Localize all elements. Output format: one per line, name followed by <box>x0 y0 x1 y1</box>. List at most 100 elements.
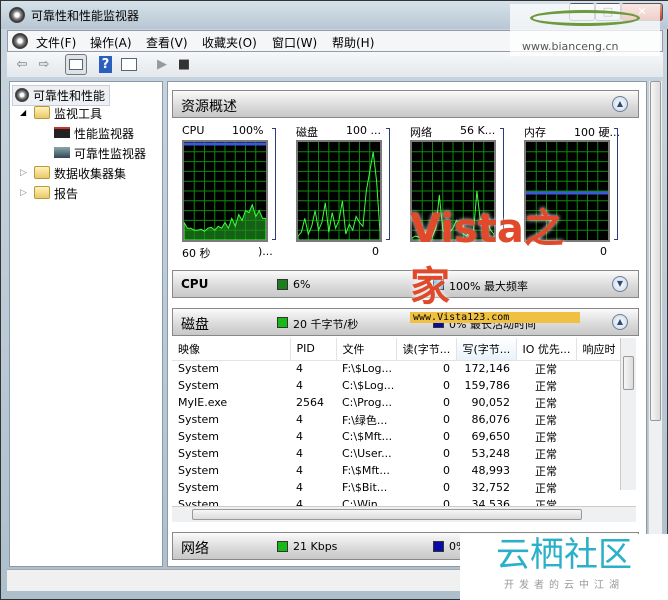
graph-title: 内存 <box>524 126 546 139</box>
table-cell: 0 <box>443 413 450 426</box>
table-cell: 4 <box>296 447 303 460</box>
table-horizontal-scrollbar[interactable] <box>172 506 636 522</box>
show-action-pane-icon[interactable] <box>121 58 137 71</box>
column-header[interactable]: 文件 <box>336 338 397 361</box>
table-cell: 32,752 <box>471 481 511 494</box>
table-cell: 正常 <box>535 464 557 478</box>
menu-favorites[interactable]: 收藏夹(O) <box>202 34 257 51</box>
menu-window[interactable]: 窗口(W) <box>272 34 317 51</box>
table-row[interactable]: System 4 C:\User... 0 53,248 正常 <box>172 445 622 462</box>
collapse-chevron-icon[interactable]: ▲ <box>612 314 628 330</box>
column-header[interactable]: PID <box>290 338 337 361</box>
tree-item-data-collector-sets[interactable]: 数据收集器集 <box>54 165 126 182</box>
watermark-text: www.bianceng.cn <box>522 40 619 53</box>
watermark-logo: 云栖社区 <box>496 535 632 575</box>
menu-file[interactable]: 文件(F) <box>36 34 76 51</box>
table-cell: 172,146 <box>464 362 511 376</box>
tree-item-root[interactable]: 可靠性和性能 <box>12 85 111 106</box>
menu-action[interactable]: 操作(A) <box>90 34 132 51</box>
table-cell: 4 <box>296 430 303 443</box>
graph-scale-bracket <box>386 128 390 240</box>
tree-item-monitor-tools[interactable]: 监视工具 <box>54 105 102 122</box>
column-header[interactable]: IO 优先... <box>516 338 577 361</box>
resource-overview-pane: 资源概述 ▲ CPU 100% 60 秒)... 磁盘 100 ... 0 网络 56 K..… <box>167 81 647 567</box>
table-row[interactable]: System 4 F:\绿色... 0 86,076 正常 <box>172 411 622 428</box>
table-cell: System <box>178 413 220 426</box>
gauge-icon <box>15 88 29 102</box>
tree-item-performance-monitor[interactable]: 性能监视器 <box>74 125 134 142</box>
table-row[interactable]: System 4 F:\$Mft... 0 48,993 正常 <box>172 462 622 479</box>
cpu-title: CPU <box>181 277 209 291</box>
table-cell: 正常 <box>535 413 557 427</box>
table-row[interactable]: System 4 F:\$Bit... 0 32,752 正常 <box>172 479 622 496</box>
table-cell: 53,248 <box>471 447 511 460</box>
data-collector-folder-icon <box>34 166 50 179</box>
column-header[interactable]: 响应时 <box>576 338 622 361</box>
column-header[interactable]: 读(字节... <box>396 338 457 361</box>
graph-1 <box>296 140 382 242</box>
graph-title: 网络 <box>410 126 432 139</box>
graph-0 <box>182 140 268 242</box>
table-cell: 4 <box>296 464 303 477</box>
column-header[interactable]: 映像 <box>172 338 291 361</box>
back-icon[interactable]: ⇦ <box>13 56 31 73</box>
watermark-url: www.Vista123.com <box>410 312 580 323</box>
graph-max-label: 56 K... <box>460 124 496 137</box>
table-cell: 正常 <box>535 379 557 393</box>
menu-view[interactable]: 查看(V) <box>146 34 188 51</box>
network-title: 网络 <box>181 541 209 557</box>
app-icon <box>9 7 25 23</box>
graph-title: 磁盘 <box>296 126 318 139</box>
expand-chevron-icon[interactable]: ▼ <box>612 276 628 292</box>
table-cell: 4 <box>296 379 303 392</box>
table-cell: F:\$Mft... <box>342 464 390 477</box>
play-icon[interactable]: ▶ <box>153 56 171 73</box>
table-row[interactable]: System 4 F:\$Log... 0 172,146 正常 <box>172 360 622 377</box>
stop-icon[interactable]: ■ <box>175 56 193 73</box>
graph-min-label: 0 <box>372 245 379 258</box>
collapse-arrow-icon[interactable]: ▷ <box>20 168 27 178</box>
table-cell: 159,786 <box>464 379 511 392</box>
pane-vertical-scrollbar[interactable] <box>648 81 662 567</box>
table-cell: F:\$Log... <box>342 362 393 376</box>
table-cell: 4 <box>296 362 303 376</box>
column-header[interactable]: 写(字节... <box>456 338 517 361</box>
performance-monitor-icon <box>54 127 70 138</box>
watermark-yunqi: 云栖社区 开发者的云中江湖 <box>460 534 668 600</box>
network-rate: 21 Kbps <box>293 540 338 553</box>
tree-item-reliability-monitor[interactable]: 可靠性监视器 <box>74 145 146 162</box>
cpu-usage-swatch <box>277 279 288 290</box>
forward-icon[interactable]: ⇨ <box>35 56 53 73</box>
menu-help[interactable]: 帮助(H) <box>332 34 374 51</box>
table-cell: System <box>178 362 220 376</box>
disk-rate-swatch <box>277 317 288 328</box>
table-row[interactable]: System 4 C:\$Log... 0 159,786 正常 <box>172 377 622 394</box>
table-cell: 69,650 <box>471 430 511 443</box>
table-cell: 0 <box>443 447 450 460</box>
table-cell: System <box>178 379 220 392</box>
folder-icon <box>34 106 50 119</box>
tree-label: 可靠性和性能 <box>33 89 106 103</box>
disk-title: 磁盘 <box>181 317 209 333</box>
table-cell: 48,993 <box>471 464 511 477</box>
table-cell: 0 <box>443 481 450 494</box>
network-rate-swatch <box>277 541 288 552</box>
table-row[interactable]: MyIE.exe 2564 C:\Prog... 0 90,052 正常 <box>172 394 622 411</box>
table-vertical-scrollbar[interactable] <box>620 338 636 490</box>
table-cell: System <box>178 447 220 460</box>
collapse-arrow-icon[interactable]: ▷ <box>20 188 27 198</box>
tree-item-reports[interactable]: 报告 <box>54 185 78 202</box>
expand-arrow-icon[interactable]: ◢ <box>20 108 26 117</box>
watermark-vista: Vista之家 www.Vista123.com <box>410 196 590 323</box>
graph-scale-bracket <box>272 128 276 240</box>
graph-scale-bracket <box>614 128 618 240</box>
system-menu-icon[interactable] <box>12 33 28 49</box>
table-cell: 正常 <box>535 396 557 410</box>
table-cell: System <box>178 481 220 494</box>
show-hide-tree-button[interactable] <box>65 54 87 75</box>
help-icon[interactable]: ? <box>99 56 112 73</box>
table-cell: System <box>178 430 220 443</box>
table-cell: 4 <box>296 481 303 494</box>
table-cell: MyIE.exe <box>178 396 228 409</box>
table-row[interactable]: System 4 C:\$Mft... 0 69,650 正常 <box>172 428 622 445</box>
